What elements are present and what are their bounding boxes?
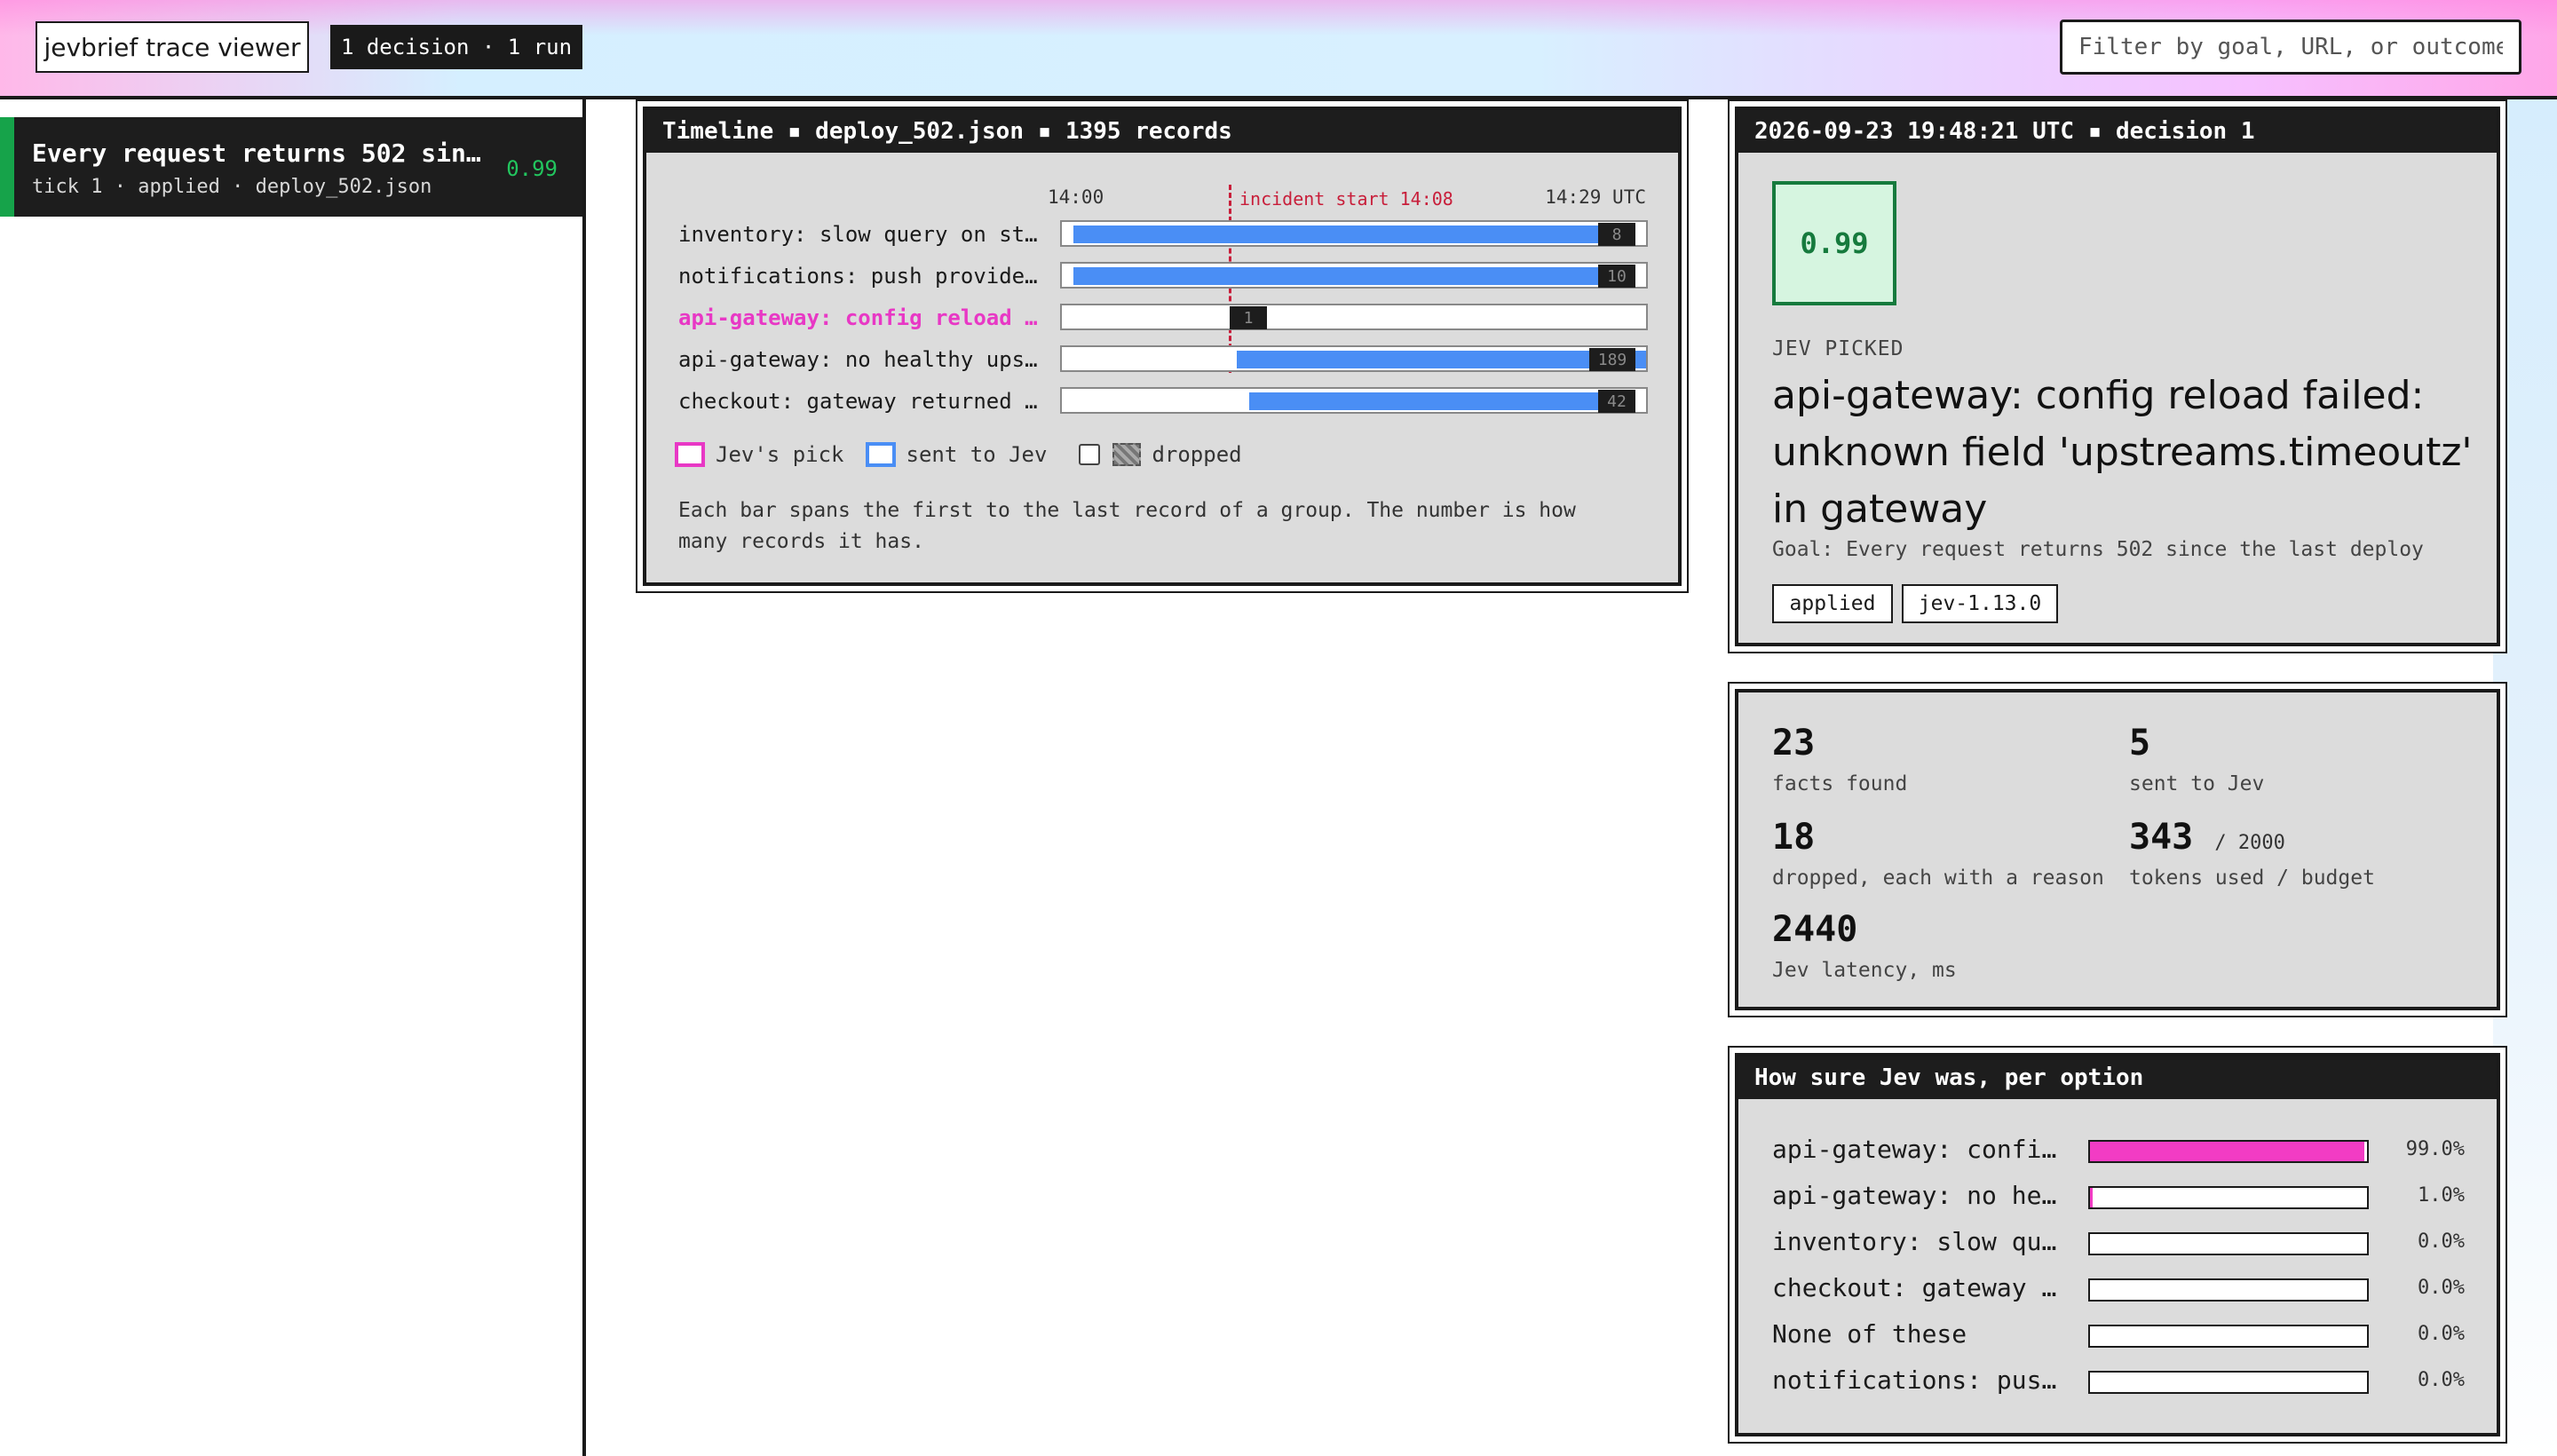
timeline-record-count: 10 [1598, 265, 1635, 288]
tokens-budget: / 2000 [2214, 832, 2285, 854]
run-score: 0.99 [506, 156, 558, 181]
confidence-panel: How sure Jev was, per option api-gateway… [1728, 1046, 2507, 1444]
timeline-row-label: api-gateway: config reload failed [678, 305, 1044, 330]
timeline-legend: Jev's pick sent to Jev dropped [675, 442, 1242, 467]
confidence-heading: How sure Jev was, per option [1738, 1056, 2497, 1099]
facts-found-label: facts found [1772, 772, 1908, 795]
dropped-toggle-checkbox[interactable] [1079, 444, 1101, 465]
tokens-label: tokens used / budget [2129, 866, 2375, 890]
decision-heading: 2026-09-23 19:48:21 UTC ▪ decision 1 [1738, 110, 2497, 153]
confidence-value: 0.0% [2418, 1369, 2465, 1391]
timeline-record-count: 189 [1589, 348, 1635, 371]
timeline-row-label: notifications: push provider timeout [678, 264, 1044, 289]
latency-value: 2440 [1772, 909, 1858, 950]
version-tag: jev-1.13.0 [1902, 584, 2058, 623]
decision-score: 0.99 [1772, 181, 1896, 305]
sent-to-jev-label: sent to Jev [2129, 772, 2265, 795]
timeline-row-track[interactable]: 42 [1060, 387, 1648, 414]
decision-run-count-badge: 1 decision · 1 run [330, 25, 582, 69]
jev-picked-label: JEV PICKED [1772, 337, 1904, 360]
confidence-bar-track [2088, 1232, 2369, 1255]
legend-pick-label: Jev's pick [716, 442, 844, 467]
dropped-label: dropped, each with a reason [1772, 866, 2104, 890]
confidence-option-label: notifications: push provider timeout [1772, 1365, 2065, 1395]
confidence-value: 0.0% [2418, 1323, 2465, 1345]
timeline-row-label: api-gateway: no healthy upstream [678, 347, 1044, 372]
confidence-bar-track [2088, 1325, 2369, 1348]
confidence-value: 99.0% [2405, 1138, 2465, 1160]
timeline-row-label: inventory: slow query on stock table [678, 222, 1044, 247]
legend-sent-swatch [865, 442, 896, 467]
run-title: Every request returns 502 since the last… [32, 138, 494, 168]
timeline-range-bar [1249, 392, 1605, 410]
timeline-panel: Timeline ▪ deploy_502.json ▪ 1395 record… [636, 99, 1689, 593]
confidence-option-label: None of these [1772, 1319, 1967, 1349]
timeline-range-bar [1073, 226, 1605, 243]
status-tag: applied [1772, 584, 1893, 623]
goal-text: Goal: Every request returns 502 since th… [1772, 538, 2424, 561]
timeline-axis-end: 14:29 UTC [1545, 186, 1646, 208]
confidence-option-label: checkout: gateway returned 502 [1772, 1273, 2065, 1302]
tokens-used-number: 343 [2129, 817, 2194, 858]
timeline-row-track[interactable]: 1 [1060, 304, 1648, 330]
confidence-bar-track [2088, 1371, 2369, 1394]
timeline-row-track[interactable]: 8 [1060, 220, 1648, 247]
run-meta: tick 1 · applied · deploy_502.json [32, 176, 432, 198]
timeline-record-count: 42 [1598, 390, 1635, 413]
legend-dropped-label: dropped [1152, 442, 1242, 467]
confidence-option-label: inventory: slow query on stock table [1772, 1227, 2065, 1256]
timeline-range-bar [1073, 267, 1605, 285]
incident-start-label: incident start 14:08 [1239, 188, 1453, 210]
timeline-heading: Timeline ▪ deploy_502.json ▪ 1395 record… [646, 110, 1678, 153]
confidence-bar-track [2088, 1140, 2369, 1163]
confidence-bar-fill [2090, 1188, 2094, 1207]
confidence-option-label: api-gateway: no healthy upstream [1772, 1181, 2065, 1210]
confidence-value: 0.0% [2418, 1277, 2465, 1299]
confidence-bar-fill [2090, 1142, 2364, 1161]
timeline-row-track[interactable]: 10 [1060, 262, 1648, 289]
latency-label: Jev latency, ms [1772, 959, 1957, 982]
run-status-indicator [0, 117, 14, 217]
confidence-option-label: api-gateway: config reload failed [1772, 1135, 2065, 1164]
timeline-row-label: checkout: gateway returned 502 [678, 389, 1044, 414]
filter-input[interactable] [2060, 20, 2521, 75]
stats-panel: 23 facts found 5 sent to Jev 18 dropped,… [1728, 682, 2507, 1017]
timeline-range-bar [1237, 351, 1646, 368]
timeline-axis-start: 14:00 [1048, 186, 1104, 208]
confidence-bar-track [2088, 1186, 2369, 1209]
timeline-record-count: 1 [1230, 306, 1267, 329]
sent-to-jev-value: 5 [2129, 723, 2151, 764]
top-bar: jevbrief trace viewer 1 decision · 1 run [0, 0, 2557, 99]
legend-dropped-swatch [1112, 443, 1142, 466]
run-list-item[interactable]: Every request returns 502 since the last… [0, 117, 582, 217]
facts-found-value: 23 [1772, 723, 1816, 764]
confidence-value: 0.0% [2418, 1230, 2465, 1253]
tokens-used-value: 343 / 2000 [2129, 817, 2285, 858]
confidence-value: 1.0% [2418, 1184, 2465, 1207]
confidence-bar-track [2088, 1278, 2369, 1302]
timeline-record-count: 8 [1598, 223, 1635, 246]
legend-pick-swatch [675, 442, 705, 467]
app-title: jevbrief trace viewer [36, 21, 309, 73]
decision-panel: 2026-09-23 19:48:21 UTC ▪ decision 1 0.9… [1728, 99, 2507, 653]
timeline-note: Each bar spans the first to the last rec… [678, 499, 1576, 553]
dropped-value: 18 [1772, 817, 1816, 858]
legend-sent-label: sent to Jev [906, 442, 1048, 467]
picked-option-title: api-gateway: config reload failed: unkno… [1772, 373, 2473, 532]
timeline-row-track[interactable]: 189 [1060, 345, 1648, 372]
run-sidebar: Every request returns 502 since the last… [0, 99, 586, 1456]
